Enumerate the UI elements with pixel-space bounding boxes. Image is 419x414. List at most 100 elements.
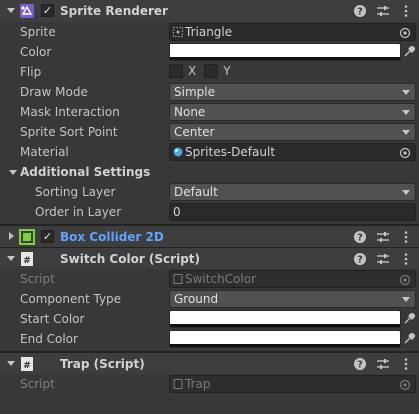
more-vert-icon[interactable] <box>399 252 413 266</box>
script-object-field: SwitchColor <box>169 270 416 288</box>
additional-settings-title: Additional Settings <box>20 165 151 179</box>
chevron-down-icon <box>402 190 410 195</box>
eyedropper-icon[interactable] <box>403 332 415 345</box>
component-title: Sprite Renderer <box>60 4 168 18</box>
switch-color-header[interactable]: Switch Color (Script) <box>0 247 419 269</box>
script-label: Script <box>20 377 55 391</box>
trap-script-row: Script Trap <box>0 374 419 394</box>
chevron-down-icon <box>402 110 410 115</box>
alpha-bar <box>170 57 400 60</box>
material-label: Material <box>20 145 69 159</box>
object-picker-icon <box>399 379 411 391</box>
sprite-row: Sprite Triangle <box>0 22 419 42</box>
color-label: Color <box>20 45 52 59</box>
script-value: Trap <box>185 377 211 391</box>
sprite-renderer-header[interactable]: ✓ Sprite Renderer <box>0 0 419 22</box>
end-color-label: End Color <box>20 332 78 346</box>
eyedropper-icon[interactable] <box>403 45 415 58</box>
sorting-layer-value: Default <box>174 185 218 199</box>
sorting-layer-label: Sorting Layer <box>35 185 116 199</box>
foldout-collapsed-icon[interactable] <box>6 231 16 241</box>
start-color-row: Start Color <box>0 309 419 329</box>
script-asset-icon <box>173 274 183 284</box>
material-object-field[interactable]: Sprites-Default <box>169 143 416 161</box>
flip-row: Flip X Y <box>0 62 419 82</box>
draw-mode-value: Simple <box>174 85 215 99</box>
foldout-expanded-icon[interactable] <box>8 167 18 177</box>
mask-interaction-value: None <box>174 105 206 119</box>
chevron-down-icon <box>402 130 410 135</box>
object-picker-icon[interactable] <box>399 147 411 159</box>
mask-interaction-dropdown[interactable]: None <box>169 103 416 121</box>
order-in-layer-row: Order in Layer 0 <box>0 202 419 224</box>
start-color-label: Start Color <box>20 312 85 326</box>
sort-point-dropdown[interactable]: Center <box>169 123 416 141</box>
more-vert-icon[interactable] <box>399 357 413 371</box>
presets-icon[interactable] <box>376 252 390 266</box>
color-swatch[interactable] <box>169 43 401 61</box>
sort-point-row: Sprite Sort Point Center <box>0 122 419 142</box>
script-label: Script <box>20 272 55 286</box>
end-color-swatch[interactable] <box>169 330 401 348</box>
csharp-script-icon <box>19 356 35 372</box>
more-vert-icon[interactable] <box>399 4 413 18</box>
material-row: Material Sprites-Default <box>0 142 419 162</box>
draw-mode-row: Draw Mode Simple <box>0 82 419 102</box>
flip-label: Flip <box>20 65 42 79</box>
foldout-expanded-icon[interactable] <box>6 253 16 263</box>
mask-interaction-label: Mask Interaction <box>20 105 120 119</box>
help-icon[interactable] <box>353 230 367 244</box>
draw-mode-dropdown[interactable]: Simple <box>169 83 416 101</box>
script-row: Script SwitchColor <box>0 269 419 289</box>
help-icon[interactable] <box>353 357 367 371</box>
material-value: Sprites-Default <box>185 145 276 159</box>
sorting-layer-dropdown[interactable]: Default <box>169 183 416 201</box>
foldout-expanded-icon[interactable] <box>6 358 16 368</box>
presets-icon[interactable] <box>376 357 390 371</box>
start-color-swatch[interactable] <box>169 310 401 328</box>
component-type-value: Ground <box>174 292 219 306</box>
eyedropper-icon[interactable] <box>403 312 415 325</box>
order-in-layer-input[interactable]: 0 <box>169 203 416 221</box>
sorting-layer-row: Sorting Layer Default <box>0 182 419 202</box>
script-object-field: Trap <box>169 375 416 393</box>
help-icon[interactable] <box>353 252 367 266</box>
box-collider-icon <box>19 229 35 245</box>
component-title: Switch Color (Script) <box>60 252 200 266</box>
more-vert-icon[interactable] <box>399 230 413 244</box>
alpha-bar <box>170 344 400 347</box>
sprite-renderer-icon <box>20 4 34 18</box>
trap-header[interactable]: Trap (Script) <box>0 352 419 374</box>
end-color-row: End Color <box>0 329 419 351</box>
sprite-asset-icon <box>173 27 183 37</box>
mask-interaction-row: Mask Interaction None <box>0 102 419 122</box>
sprite-object-field[interactable]: Triangle <box>169 23 416 41</box>
object-picker-icon <box>399 274 411 286</box>
material-asset-icon <box>173 147 183 157</box>
script-asset-icon <box>173 379 183 389</box>
box-collider-header[interactable]: ✓ Box Collider 2D <box>0 225 419 247</box>
additional-settings-foldout[interactable]: Additional Settings <box>0 162 419 182</box>
sort-point-label: Sprite Sort Point <box>20 125 118 139</box>
component-title: Box Collider 2D <box>60 230 164 244</box>
object-picker-icon[interactable] <box>399 27 411 39</box>
flip-y-label: Y <box>223 64 231 78</box>
flip-x-label: X <box>188 64 197 78</box>
script-value: SwitchColor <box>185 272 257 286</box>
order-in-layer-label: Order in Layer <box>35 205 122 219</box>
alpha-bar <box>170 324 400 327</box>
presets-icon[interactable] <box>376 230 390 244</box>
flip-x-checkbox[interactable] <box>169 64 183 78</box>
enabled-checkbox[interactable]: ✓ <box>41 4 54 17</box>
csharp-script-icon <box>19 251 35 267</box>
sprite-value: Triangle <box>185 25 233 39</box>
foldout-expanded-icon[interactable] <box>6 5 16 15</box>
help-icon[interactable] <box>353 4 367 18</box>
color-row: Color <box>0 42 419 62</box>
chevron-down-icon <box>402 297 410 302</box>
presets-icon[interactable] <box>376 4 390 18</box>
component-type-dropdown[interactable]: Ground <box>169 290 416 308</box>
enabled-checkbox[interactable]: ✓ <box>41 230 54 243</box>
component-title: Trap (Script) <box>60 357 145 371</box>
flip-y-checkbox[interactable] <box>204 64 219 78</box>
